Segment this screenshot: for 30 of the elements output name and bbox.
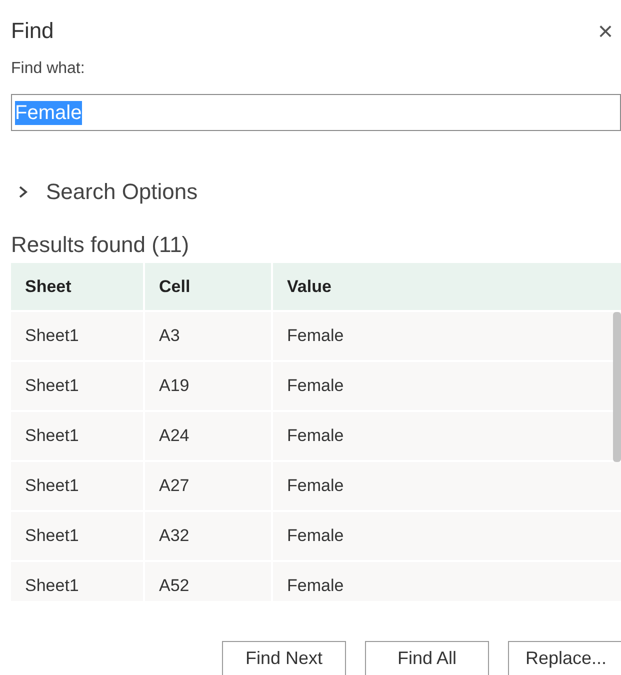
table-cell-text: Female — [286, 325, 345, 348]
table-cell: A32 — [145, 512, 273, 560]
table-cell: Sheet1 — [11, 512, 145, 560]
column-header[interactable]: Cell — [145, 263, 273, 310]
table-cell-text: Female — [286, 475, 345, 498]
table-cell: Sheet1 — [11, 412, 145, 460]
dialog-title: Find — [11, 16, 54, 44]
column-header[interactable]: Sheet — [11, 263, 145, 310]
table-cell: Sheet1 — [11, 562, 145, 601]
search-options-toggle[interactable]: Search Options — [16, 178, 198, 206]
table-cell: A52 — [145, 562, 273, 601]
dialog-button[interactable]: Find Next — [222, 641, 346, 675]
table-cell-text: Female — [286, 425, 345, 448]
dialog-button[interactable]: Replace... — [508, 641, 621, 675]
table-cell: A27 — [145, 462, 273, 510]
table-cell: A24 — [145, 412, 273, 460]
table-cell: A3 — [145, 312, 273, 360]
table-cell: A19 — [145, 362, 273, 410]
table-cell-text: Female — [286, 375, 345, 398]
table-cell: Sheet1 — [11, 362, 145, 410]
table-cell-text: Female — [286, 575, 345, 598]
dialog-button[interactable]: Find All — [365, 641, 489, 675]
table-cell-text: Female — [286, 525, 345, 548]
scrollbar-thumb[interactable] — [613, 312, 621, 462]
table-cell: Sheet1 — [11, 312, 145, 360]
table-cell: Sheet1 — [11, 462, 145, 510]
results-label: Results found (11) — [10, 231, 190, 259]
field-label: Find what: — [10, 59, 86, 79]
column-header[interactable]: Value — [273, 263, 621, 310]
close-button[interactable]: × — [594, 18, 617, 44]
